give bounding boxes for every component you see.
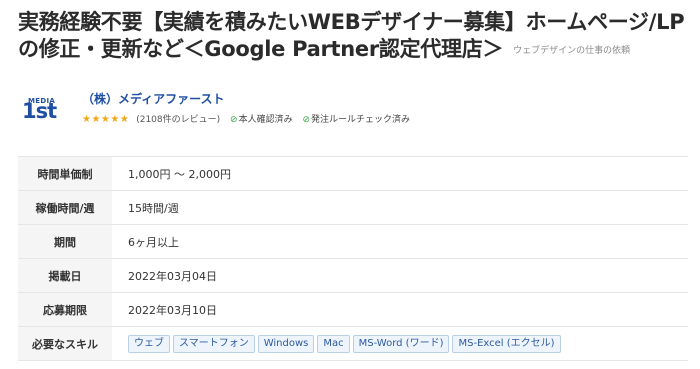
client-logo[interactable]: MEDIA 1st: [22, 97, 64, 125]
detail-row-period: 期間 6ヶ月以上: [18, 224, 688, 259]
detail-row-hours: 稼働時間/週 15時間/週: [18, 190, 688, 225]
skill-tag[interactable]: MS-Word (ワード): [352, 334, 450, 353]
identity-verified-badge: ⊘本人確認済み: [230, 115, 293, 125]
logo-1st-text: 1st: [22, 99, 57, 123]
client-name-link[interactable]: （株）メディアファースト: [82, 90, 225, 107]
job-title: 実務経験不要【実績を積みたいWEBデザイナー募集】ホームページ/LPの修正・更新…: [18, 9, 698, 65]
detail-row-posted: 掲載日 2022年03月04日: [18, 258, 688, 293]
detail-row-deadline: 応募期限 2022年03月10日: [18, 292, 688, 327]
client-info: MEDIA 1st （株）メディアファースト ★★★★★ (2108件のレビュー…: [22, 88, 692, 132]
skill-tags: ウェブ スマートフォン Windows Mac MS-Word (ワード) MS-Exce…: [112, 326, 688, 361]
detail-label: 期間: [18, 224, 112, 259]
detail-value: 1,000円 ～ 2,000円: [112, 156, 688, 191]
detail-row-rate: 時間単価制 1,000円 ～ 2,000円: [18, 156, 688, 191]
rating-stars: ★★★★★: [82, 114, 130, 125]
skill-tag[interactable]: MS-Excel (エクセル): [452, 334, 561, 353]
detail-label: 時間単価制: [18, 156, 112, 191]
detail-row-skills: 必要なスキル ウェブ スマートフォン Windows Mac MS-Word (ワード)…: [18, 326, 688, 361]
detail-value: 2022年03月04日: [112, 258, 688, 293]
detail-value: 15時間/週: [112, 190, 688, 225]
skill-tag[interactable]: Windows: [257, 334, 315, 353]
detail-value: 6ヶ月以上: [112, 224, 688, 259]
check-circle-icon: ⊘: [302, 115, 310, 125]
skill-tag[interactable]: ウェブ: [128, 334, 170, 353]
skill-tag[interactable]: スマートフォン: [173, 334, 255, 353]
identity-verified-label: 本人確認済み: [238, 115, 293, 125]
detail-label: 掲載日: [18, 258, 112, 293]
job-details-table: 時間単価制 1,000円 ～ 2,000円 稼働時間/週 15時間/週 期間 6…: [18, 156, 688, 361]
client-meta: ★★★★★ (2108件のレビュー) ⊘本人確認済み ⊘発注ルールチェック済み: [82, 112, 410, 125]
job-category[interactable]: ウェブデザインの仕事の依頼: [513, 46, 630, 56]
rule-check-badge: ⊘発注ルールチェック済み: [302, 115, 410, 125]
detail-value: 2022年03月10日: [112, 292, 688, 327]
detail-label: 必要なスキル: [18, 326, 112, 361]
check-circle-icon: ⊘: [230, 115, 238, 125]
skill-tag[interactable]: Mac: [317, 334, 350, 353]
detail-label: 応募期限: [18, 292, 112, 327]
detail-label: 稼働時間/週: [18, 190, 112, 225]
rule-check-label: 発注ルールチェック済み: [311, 115, 411, 125]
review-count-link[interactable]: (2108件のレビュー): [136, 115, 220, 125]
